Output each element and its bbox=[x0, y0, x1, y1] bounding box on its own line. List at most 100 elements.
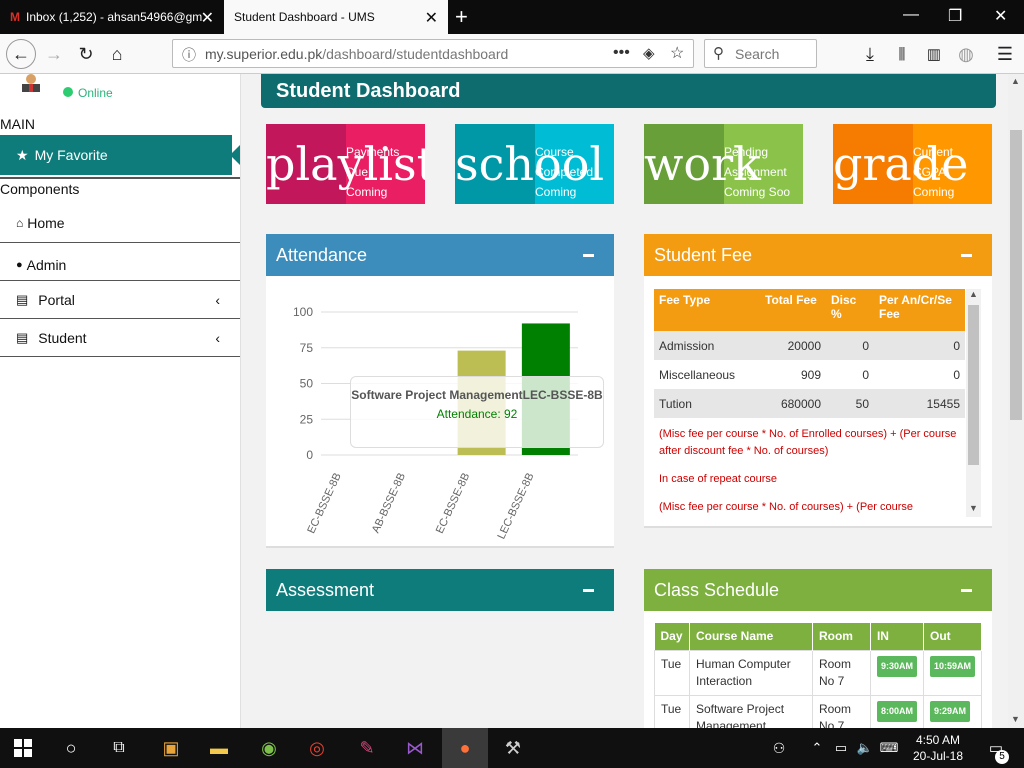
cell: Tue bbox=[654, 649, 690, 696]
sidebar-item-label: Admin bbox=[26, 256, 67, 273]
visual-studio-icon[interactable]: ⋈ bbox=[402, 736, 428, 760]
close-tab-icon[interactable]: ✕ bbox=[201, 8, 214, 28]
gmail-icon: M bbox=[10, 10, 20, 24]
cell: Human Computer Interaction bbox=[688, 649, 813, 696]
assessment-header: Assessment bbox=[266, 569, 614, 611]
chevron-up-icon[interactable]: ⌃ bbox=[804, 736, 830, 760]
info-icon[interactable]: ⓘ bbox=[182, 45, 196, 65]
cell: 50 bbox=[826, 389, 874, 418]
keyboard-icon[interactable]: ⌨ bbox=[876, 736, 902, 760]
sidebar-item-student[interactable]: ▤ Student ‹ bbox=[0, 320, 240, 357]
download-icon[interactable]: ⤓ bbox=[856, 40, 884, 68]
tab-student-dashboard[interactable]: Student Dashboard - UMS ✕ bbox=[224, 0, 448, 34]
chrome-icon[interactable]: ◎ bbox=[304, 736, 330, 760]
scroll-down-icon[interactable]: ▼ bbox=[969, 503, 978, 513]
bookmark-star-icon[interactable]: ☆ bbox=[670, 43, 684, 63]
cell: 680000 bbox=[760, 389, 826, 418]
people-icon[interactable]: ⚇ bbox=[766, 736, 792, 760]
collapse-icon[interactable] bbox=[583, 589, 594, 592]
cell: 15455 bbox=[874, 389, 965, 418]
y-tick-label: 100 bbox=[293, 305, 313, 319]
payments-card[interactable]: Payments Due Coming playlist_ bbox=[266, 124, 425, 204]
tooltip-title: Software Project ManagementLEC-BSSE-8B bbox=[351, 388, 603, 402]
y-tick-label: 25 bbox=[300, 412, 314, 426]
android-studio-icon[interactable]: ◉ bbox=[256, 736, 282, 760]
avatar bbox=[18, 74, 44, 92]
tab-gmail[interactable]: M Inbox (1,252) - ahsan54966@gm ✕ bbox=[0, 0, 224, 34]
cell: Miscellaneous bbox=[659, 367, 736, 382]
taskbar-clock[interactable]: 4:50 AM 20-Jul-18 bbox=[905, 732, 971, 764]
store-icon[interactable]: ▣ bbox=[158, 736, 184, 760]
fee-scroll-thumb[interactable] bbox=[968, 305, 979, 465]
y-tick-label: 0 bbox=[306, 448, 313, 462]
minimize-icon[interactable]: — bbox=[903, 6, 919, 24]
home-icon[interactable]: ⌂ bbox=[103, 40, 131, 68]
search-input[interactable]: ⚲ Search bbox=[704, 39, 817, 68]
column-header: Per An/Cr/Se Fee bbox=[874, 289, 965, 331]
scroll-up-icon[interactable]: ▲ bbox=[969, 289, 978, 299]
new-tab-icon[interactable]: + bbox=[455, 4, 468, 30]
assignments-card[interactable]: Pending Assignment Coming Soo work bbox=[644, 124, 803, 204]
back-icon[interactable]: ← bbox=[6, 39, 36, 69]
reload-icon[interactable]: ↻ bbox=[72, 40, 100, 68]
windows-start-icon[interactable] bbox=[10, 736, 36, 760]
scroll-up-icon[interactable]: ▲ bbox=[1011, 76, 1020, 86]
network-icon[interactable]: ▭ bbox=[828, 736, 854, 760]
status-text: Online bbox=[78, 86, 113, 100]
schedule-table: Day Course Name Room IN Out Tue Human Co… bbox=[654, 623, 983, 741]
library-icon[interactable]: ⫼ bbox=[888, 40, 916, 68]
column-header: Out bbox=[923, 623, 983, 650]
column-header: Total Fee bbox=[760, 289, 826, 331]
column-header: IN bbox=[870, 623, 924, 650]
collapse-icon[interactable] bbox=[961, 254, 972, 257]
cell: Admission bbox=[654, 331, 760, 360]
firefox-icon[interactable]: ● bbox=[452, 736, 478, 760]
table-row: Admission 20000 0 0 bbox=[654, 331, 965, 360]
y-tick-label: 50 bbox=[300, 377, 314, 391]
courses-card[interactable]: Course Completed Coming school bbox=[455, 124, 614, 204]
volume-icon[interactable]: 🔈 bbox=[852, 736, 878, 760]
table-row: Miscellaneous 909 0 0 bbox=[654, 360, 965, 389]
restore-icon[interactable]: ❐ bbox=[948, 6, 962, 26]
page-scroll-thumb[interactable] bbox=[1010, 130, 1022, 420]
fee-note: In case of repeat course bbox=[659, 473, 778, 485]
globe-icon[interactable]: ◍ bbox=[952, 40, 980, 68]
cgpa-card[interactable]: Current CGPA Coming grade bbox=[833, 124, 992, 204]
cortana-icon[interactable]: ○ bbox=[58, 736, 84, 760]
tools-icon[interactable]: ⚒ bbox=[500, 736, 526, 760]
forward-icon[interactable]: → bbox=[40, 40, 68, 68]
close-tab-icon[interactable]: ✕ bbox=[425, 8, 438, 28]
components-section-label: Components bbox=[0, 181, 80, 197]
attendance-body: 0 25 50 75 100 EC-BSSE-8B AB-BSSE-8B EC-BSSE-8B… bbox=[266, 276, 614, 548]
sidebar-item-home[interactable]: ⌂ Home bbox=[0, 203, 240, 243]
url-bar[interactable]: ⓘ my.superior.edu.pk/dashboard/studentda… bbox=[172, 39, 694, 68]
clock-date: 20-Jul-18 bbox=[912, 749, 964, 763]
sidebar-toggle-icon[interactable]: ▥ bbox=[920, 40, 948, 68]
menu-icon[interactable]: ☰ bbox=[991, 40, 1019, 68]
school-icon: school bbox=[455, 137, 605, 191]
pocket-icon[interactable]: ◈ bbox=[643, 44, 655, 62]
time-badge: 9:29AM bbox=[929, 700, 970, 722]
column-header: Disc % bbox=[826, 289, 874, 331]
column-header: Room bbox=[812, 623, 871, 650]
cell: 9:30AM bbox=[869, 649, 924, 696]
sidebar-item-label: Student bbox=[38, 330, 87, 346]
sidebar-item-label: Home bbox=[27, 214, 65, 231]
sidebar-item-my-favorite[interactable]: ★ My Favorite bbox=[0, 135, 232, 175]
file-explorer-icon[interactable]: ▬ bbox=[206, 736, 232, 760]
tooltip-value: Attendance: 92 bbox=[436, 407, 518, 421]
cell: 0 bbox=[826, 331, 874, 360]
sidebar-item-admin[interactable]: ● Admin bbox=[0, 243, 240, 281]
close-window-icon[interactable]: ✕ bbox=[994, 6, 1007, 26]
scroll-down-icon[interactable]: ▼ bbox=[1011, 714, 1020, 724]
sidebar-item-portal[interactable]: ▤ Portal ‹ bbox=[0, 282, 240, 319]
y-tick-label: 75 bbox=[300, 341, 314, 355]
task-view-icon[interactable]: ⧉ bbox=[106, 736, 132, 760]
collapse-icon[interactable] bbox=[583, 254, 594, 257]
more-icon[interactable]: ••• bbox=[613, 44, 630, 62]
url-host: my.superior.edu.pk bbox=[205, 45, 323, 62]
collapse-icon[interactable] bbox=[961, 589, 972, 592]
cell: 0 bbox=[874, 331, 965, 360]
paint-icon[interactable]: ✎ bbox=[354, 736, 380, 760]
notification-count-badge: 5 bbox=[995, 750, 1009, 764]
